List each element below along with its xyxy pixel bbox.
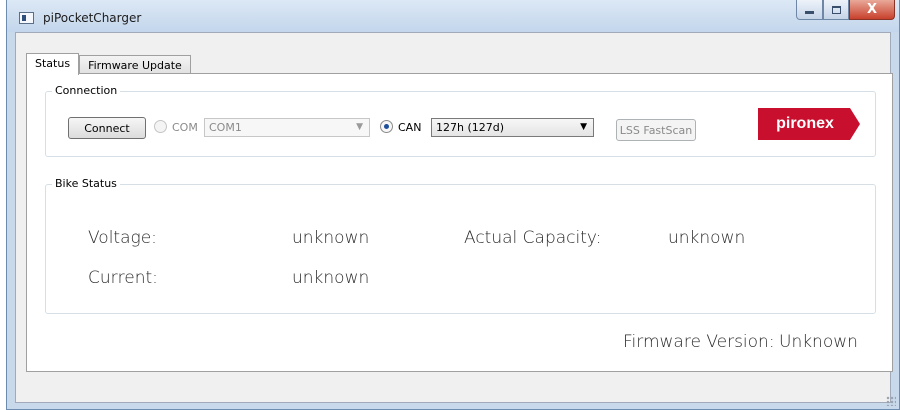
firmware-version-label: Firmware Version: [623, 332, 775, 352]
actual-capacity-value: unknown [668, 228, 746, 248]
current-value: unknown [292, 268, 370, 288]
connect-button[interactable]: Connect [68, 117, 146, 139]
bike-status-group-title: Bike Status [52, 177, 120, 190]
caption-buttons: X [796, 0, 895, 22]
connection-group-title: Connection [52, 84, 121, 97]
lss-fastscan-button[interactable]: LSS FastScan [616, 119, 696, 141]
com-radio[interactable] [154, 120, 167, 133]
voltage-label: Voltage: [88, 228, 157, 248]
pironex-logo-text: pironex [776, 115, 834, 132]
close-button[interactable]: X [849, 0, 895, 20]
firmware-version-value: Unknown [779, 332, 858, 352]
com-radio-label: COM [172, 121, 198, 134]
title-bar[interactable]: piPocketCharger X [7, 0, 899, 32]
chevron-down-icon: ▼ [356, 122, 363, 132]
tab-bar: Status Firmware Update [26, 53, 191, 76]
bike-status-group: Bike Status [45, 177, 876, 314]
current-label: Current: [88, 268, 158, 288]
com-port-select[interactable]: COM1 ▼ [204, 118, 370, 137]
com-port-value: COM1 [209, 121, 242, 134]
tab-status[interactable]: Status [26, 53, 80, 75]
window-title: piPocketCharger [43, 11, 142, 25]
minimize-icon [805, 11, 814, 14]
chevron-down-icon: ▼ [580, 122, 587, 132]
actual-capacity-label: Actual Capacity: [464, 228, 602, 248]
pironex-logo: pironex [758, 108, 860, 140]
maximize-icon [831, 5, 841, 14]
can-radio-label: CAN [398, 121, 422, 134]
can-id-value: 127h (127d) [436, 121, 505, 134]
close-icon: X [866, 2, 878, 17]
resize-grip[interactable] [886, 396, 896, 406]
app-icon[interactable] [19, 12, 34, 24]
minimize-button[interactable] [796, 0, 823, 20]
can-radio[interactable] [380, 120, 393, 133]
maximize-button[interactable] [823, 0, 849, 20]
can-id-select[interactable]: 127h (127d) ▼ [431, 118, 594, 137]
voltage-value: unknown [292, 228, 370, 248]
